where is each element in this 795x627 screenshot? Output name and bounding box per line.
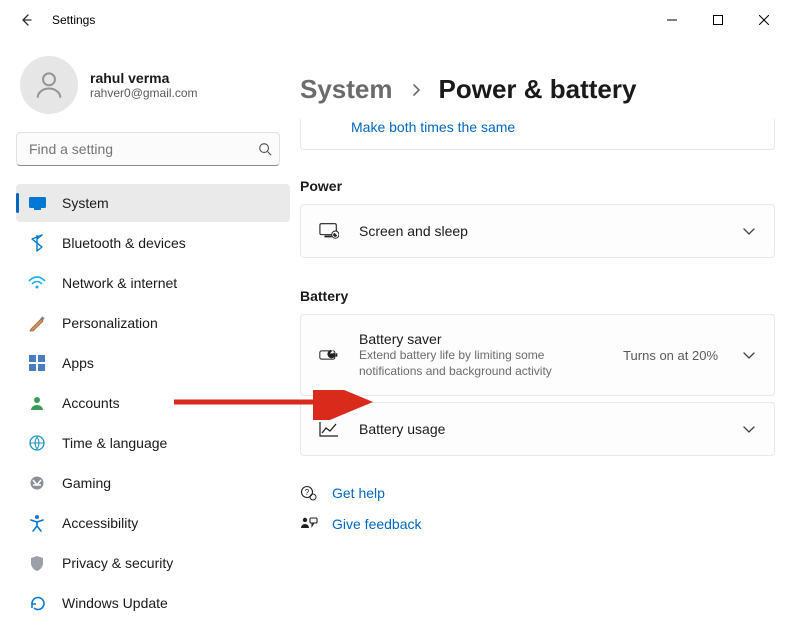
nav-label: Apps [62, 355, 94, 371]
paintbrush-icon [28, 314, 46, 332]
nav-item-network[interactable]: Network & internet [16, 264, 290, 302]
profile-block[interactable]: rahul verma rahver0@gmail.com [16, 56, 296, 114]
chart-line-icon [319, 419, 339, 439]
nav-label: Privacy & security [62, 555, 173, 571]
gaming-icon [28, 474, 46, 492]
get-help-link[interactable]: ? Get help [300, 484, 775, 502]
card-screen-sleep[interactable]: Screen and sleep [300, 204, 775, 258]
chevron-right-icon [411, 83, 421, 97]
link-text: Give feedback [332, 516, 422, 532]
person-icon [32, 68, 66, 102]
nav-label: Windows Update [62, 595, 168, 611]
nav-label: Accounts [62, 395, 120, 411]
search-input[interactable] [16, 132, 280, 166]
shield-icon [28, 554, 46, 572]
content-pane: System Power & battery Make both times t… [300, 40, 795, 627]
breadcrumb-parent[interactable]: System [300, 74, 393, 105]
section-title-power: Power [300, 178, 775, 194]
apps-icon [28, 354, 46, 372]
titlebar: Settings [0, 0, 795, 40]
clock-globe-icon [28, 434, 46, 452]
window-controls [649, 4, 787, 36]
nav-item-accounts[interactable]: Accounts [16, 384, 290, 422]
profile-email: rahver0@gmail.com [90, 86, 198, 100]
card-value: Turns on at 20% [623, 348, 718, 363]
nav-item-time[interactable]: Time & language [16, 424, 290, 462]
close-button[interactable] [741, 4, 787, 36]
nav-item-accessibility[interactable]: Accessibility [16, 504, 290, 542]
close-icon [759, 15, 769, 25]
minimize-icon [667, 15, 677, 25]
help-links: ? Get help Give feedback [300, 484, 775, 532]
display-icon [28, 194, 46, 212]
card-title: Battery usage [359, 421, 722, 437]
arrow-left-icon [18, 12, 34, 28]
screen-sleep-icon [319, 221, 339, 241]
info-banner: Make both times the same [300, 119, 775, 150]
nav-item-system[interactable]: System [16, 184, 290, 222]
breadcrumb: System Power & battery [300, 74, 775, 105]
nav-label: Time & language [62, 435, 167, 451]
nav-item-gaming[interactable]: Gaming [16, 464, 290, 502]
help-icon: ? [300, 484, 318, 502]
nav-item-personalization[interactable]: Personalization [16, 304, 290, 342]
feedback-icon [300, 516, 318, 532]
bluetooth-icon [28, 234, 46, 252]
nav-item-apps[interactable]: Apps [16, 344, 290, 382]
update-icon [28, 594, 46, 612]
card-title: Battery saver [359, 331, 603, 347]
accessibility-icon [28, 514, 46, 532]
accounts-icon [28, 394, 46, 412]
battery-saver-icon [319, 345, 339, 365]
search-icon [258, 142, 272, 156]
window-title: Settings [52, 13, 95, 27]
sidebar: rahul verma rahver0@gmail.com System Blu… [0, 40, 300, 627]
nav-label: System [62, 195, 109, 211]
nav-label: Gaming [62, 475, 111, 491]
search-wrap [16, 132, 296, 166]
nav-list: System Bluetooth & devices Network & int… [16, 184, 296, 622]
maximize-button[interactable] [695, 4, 741, 36]
chevron-down-icon [742, 424, 756, 434]
section-title-battery: Battery [300, 288, 775, 304]
minimize-button[interactable] [649, 4, 695, 36]
avatar [20, 56, 78, 114]
wifi-icon [28, 274, 46, 292]
nav-item-update[interactable]: Windows Update [16, 584, 290, 622]
card-battery-saver[interactable]: Battery saver Extend battery life by lim… [300, 314, 775, 396]
nav-item-bluetooth[interactable]: Bluetooth & devices [16, 224, 290, 262]
svg-text:?: ? [305, 488, 310, 497]
breadcrumb-current: Power & battery [439, 74, 637, 105]
maximize-icon [713, 15, 723, 25]
nav-label: Network & internet [62, 275, 177, 291]
info-link[interactable]: Make both times the same [351, 119, 515, 135]
profile-name: rahul verma [90, 70, 198, 86]
card-battery-usage[interactable]: Battery usage [300, 402, 775, 456]
nav-item-privacy[interactable]: Privacy & security [16, 544, 290, 582]
feedback-link[interactable]: Give feedback [300, 516, 775, 532]
link-text: Get help [332, 485, 385, 501]
back-button[interactable] [8, 2, 44, 38]
nav-label: Bluetooth & devices [62, 235, 186, 251]
card-subtitle: Extend battery life by limiting some not… [359, 347, 579, 379]
card-title: Screen and sleep [359, 223, 722, 239]
chevron-down-icon [742, 350, 756, 360]
nav-label: Accessibility [62, 515, 138, 531]
chevron-down-icon [742, 226, 756, 236]
nav-label: Personalization [62, 315, 158, 331]
